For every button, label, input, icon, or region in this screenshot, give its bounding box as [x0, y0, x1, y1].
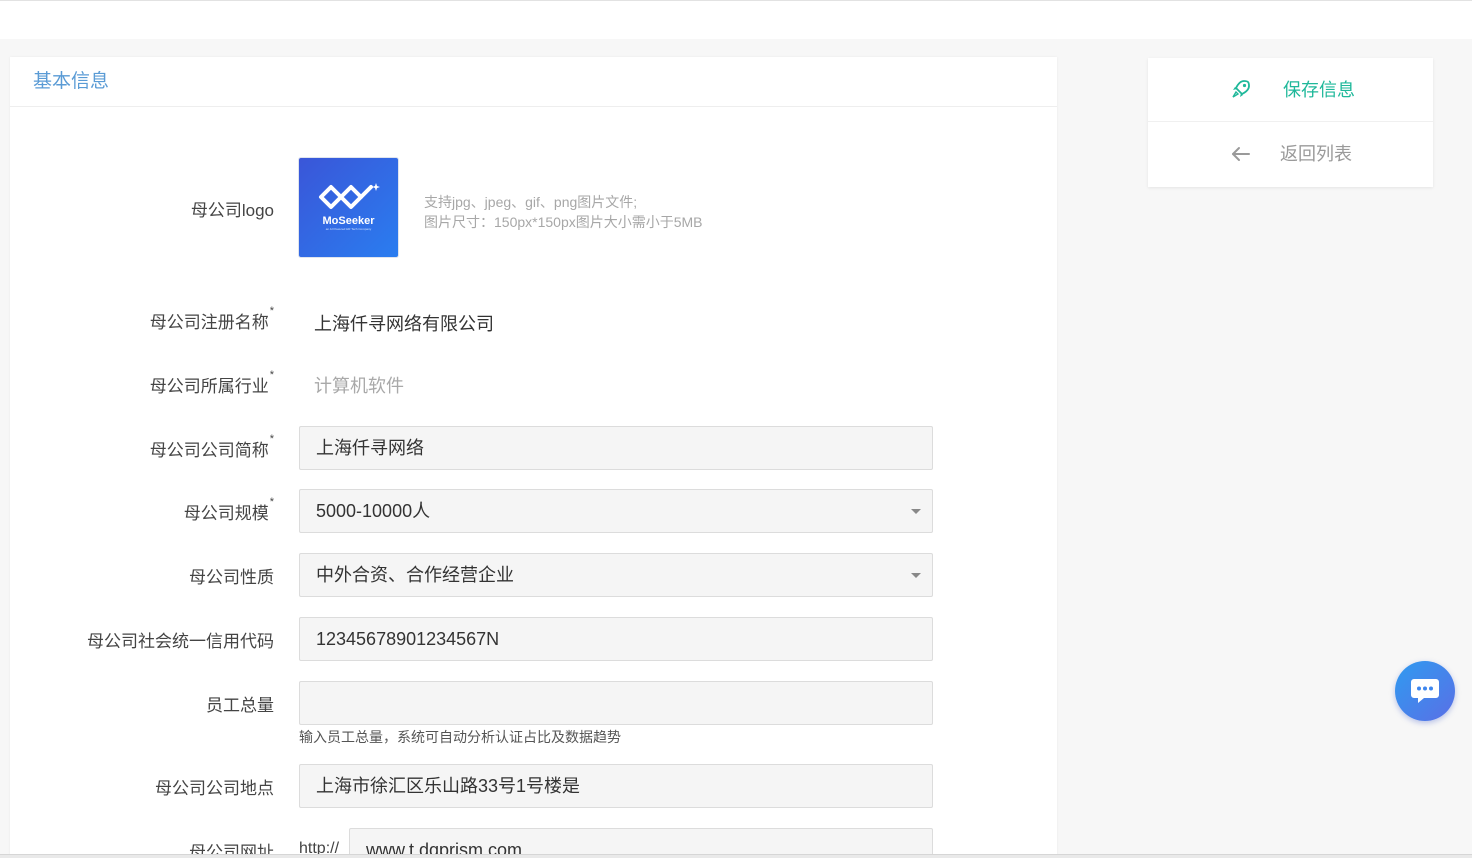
logo-label: 母公司logo — [190, 201, 274, 220]
reg-name-value: 上海仟寻网络有限公司 — [314, 314, 494, 334]
employees-hint: 输入员工总量，系统可自动分析认证占比及数据趋势 — [299, 729, 621, 745]
short-name-label: 母公司公司简称* — [149, 433, 274, 460]
address-input-value: 上海市徐汇区乐山路33号1号楼是 — [316, 776, 581, 796]
reg-name-label: 母公司注册名称* — [149, 305, 274, 332]
arrow-left-icon — [1232, 147, 1250, 161]
basic-info-card: 基本信息 母公司logo MoSeeker an AI Powered HR T… — [10, 57, 1057, 858]
logo-hint-line1: 支持jpg、jpeg、gif、png图片文件; — [424, 194, 638, 210]
chat-support-button[interactable] — [1395, 661, 1455, 721]
company-logo-upload[interactable]: MoSeeker an AI Powered HR Tech Company — [299, 158, 398, 257]
address-label: 母公司公司地点 — [155, 779, 274, 798]
address-input[interactable]: 上海市徐汇区乐山路33号1号楼是 — [299, 764, 933, 808]
scale-select[interactable]: 5000-10000人 — [299, 489, 933, 533]
action-panel: 保存信息 返回列表 — [1148, 58, 1433, 187]
top-bar — [0, 0, 1472, 39]
credit-code-input[interactable]: 12345678901234567N — [299, 617, 933, 661]
scale-select-value: 5000-10000人 — [316, 501, 431, 521]
credit-code-input-value: 12345678901234567N — [316, 629, 500, 649]
short-name-input-value: 上海仟寻网络 — [316, 438, 424, 458]
rocket-icon — [1232, 80, 1250, 98]
save-button-label: 保存信息 — [1283, 80, 1355, 100]
scale-label: 母公司规模* — [183, 496, 274, 523]
chevron-down-icon — [911, 573, 921, 578]
nature-select-value: 中外合资、合作经营企业 — [316, 565, 514, 585]
chat-bubble-icon — [1411, 679, 1439, 703]
credit-code-label: 母公司社会统一信用代码 — [87, 632, 274, 651]
section-title: 基本信息 — [10, 57, 1057, 107]
nature-label: 母公司性质 — [189, 568, 274, 587]
logo-infinity-icon — [319, 183, 380, 209]
logo-brand-tagline: an AI Powered HR Tech Company — [325, 227, 372, 231]
industry-value: 计算机软件 — [314, 376, 404, 396]
logo-hint-line2: 图片尺寸：150px*150px图片大小需小于5MB — [424, 214, 703, 230]
back-to-list-button[interactable]: 返回列表 — [1148, 122, 1433, 186]
bottom-scroll-edge — [0, 854, 1472, 858]
chevron-down-icon — [911, 509, 921, 514]
employees-input[interactable] — [299, 681, 933, 725]
short-name-input[interactable]: 上海仟寻网络 — [299, 426, 933, 470]
employees-label: 员工总量 — [206, 696, 274, 715]
logo-brand-text: MoSeeker — [322, 215, 375, 227]
save-button[interactable]: 保存信息 — [1148, 58, 1433, 122]
nature-select[interactable]: 中外合资、合作经营企业 — [299, 553, 933, 597]
back-to-list-label: 返回列表 — [1280, 144, 1352, 164]
industry-label: 母公司所属行业* — [149, 369, 274, 396]
